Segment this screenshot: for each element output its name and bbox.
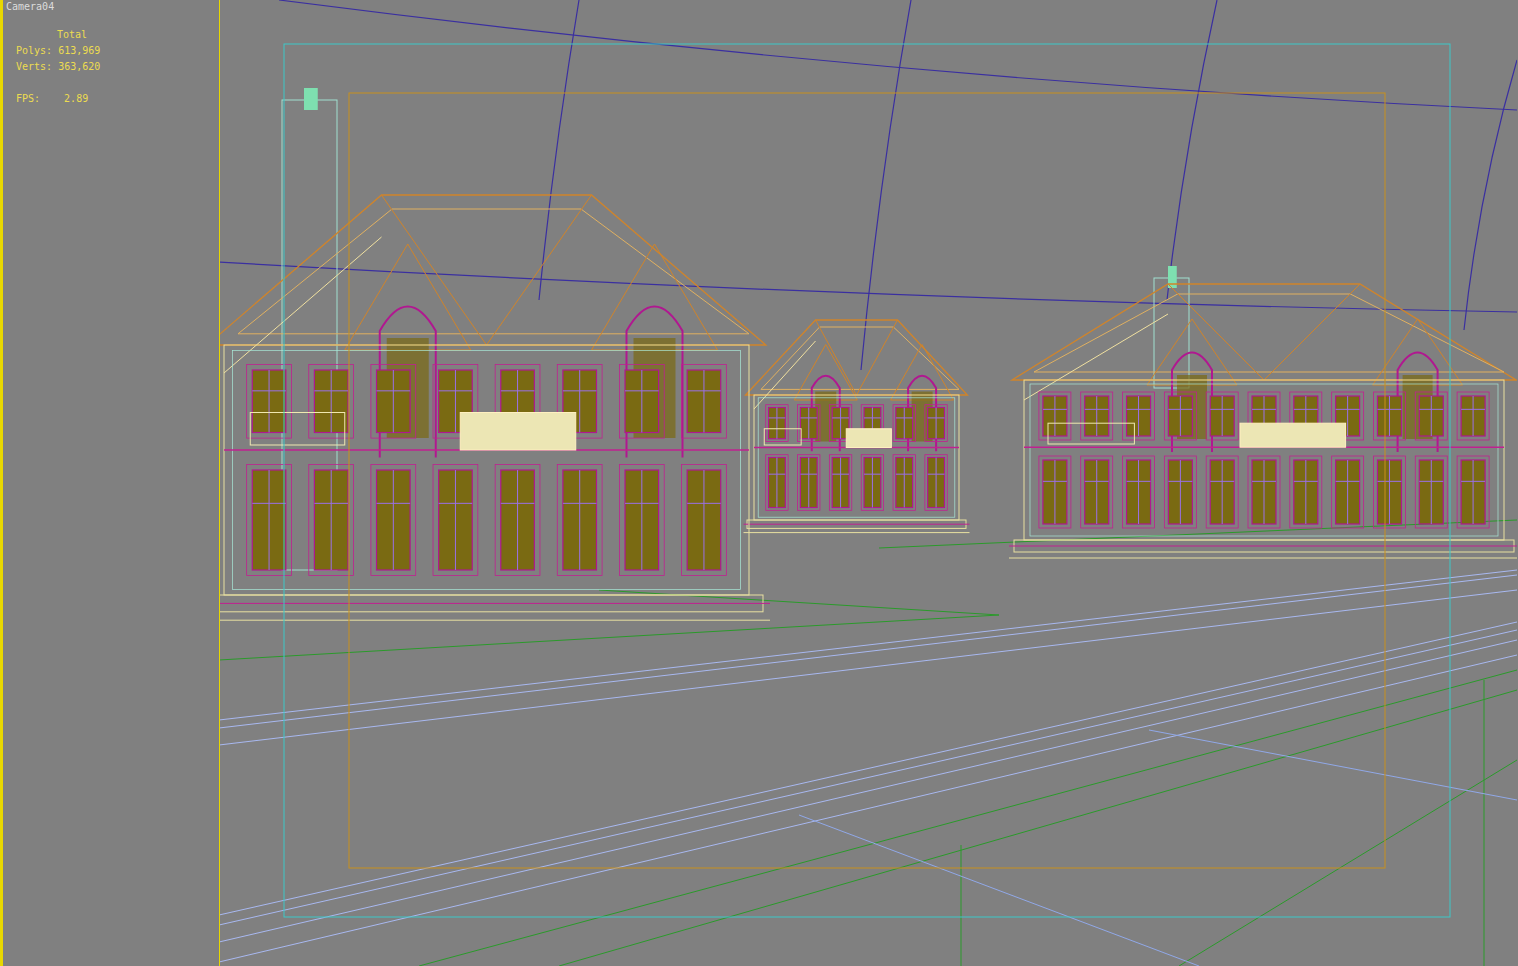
viewport-overlay: Camera04 TotalPolys:613,969Verts:363,620 F…: [3, 0, 219, 966]
sky-dome: [220, 0, 1517, 370]
viewport-canvas[interactable]: [219, 0, 1518, 966]
stats-panel: TotalPolys:613,969Verts:363,620 FPS:2.89: [6, 27, 219, 107]
ground-lines: [220, 520, 1517, 966]
house-wireframe: [744, 320, 970, 533]
viewport-scene[interactable]: [220, 0, 1517, 966]
stat-row: Verts:363,620: [16, 59, 219, 75]
viewport-label[interactable]: Camera04: [6, 0, 219, 13]
fps-row: FPS:2.89: [16, 91, 219, 107]
stat-row: Polys:613,969: [16, 43, 219, 59]
viewport[interactable]: Camera04 TotalPolys:613,969Verts:363,620 F…: [0, 0, 1518, 966]
stats-heading: Total: [16, 27, 219, 43]
house-wireframe: [220, 88, 770, 620]
safe-frames: [284, 44, 1450, 917]
house-wireframe: [1009, 266, 1517, 558]
